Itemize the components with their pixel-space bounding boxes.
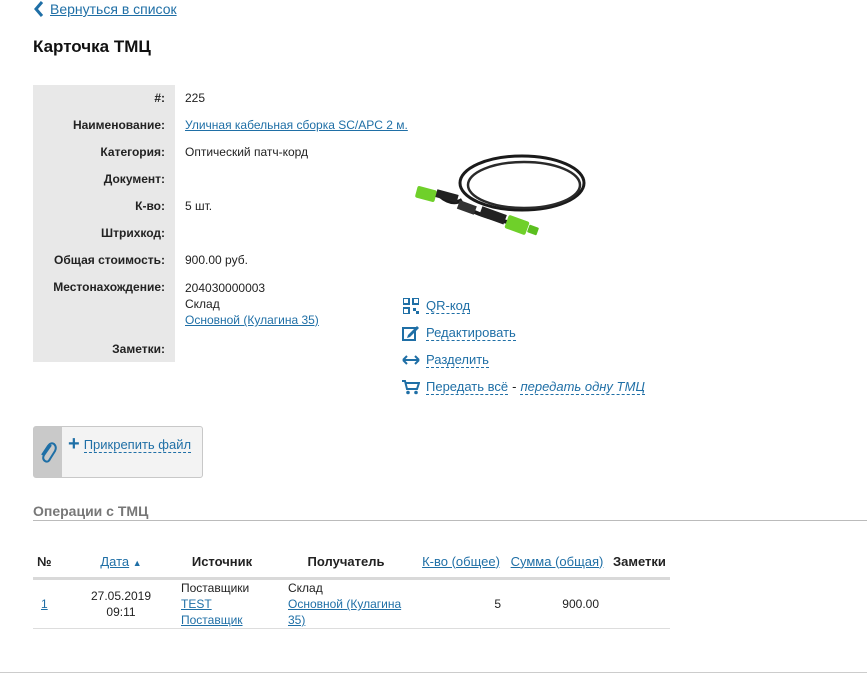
col-qty-sort-link[interactable]: К-во (общее) — [422, 554, 500, 569]
qr-code-icon — [402, 297, 420, 315]
row-source-link[interactable]: TEST Поставщик — [181, 597, 243, 627]
attach-file-button[interactable]: + Прикрепить файл — [62, 427, 192, 477]
quantity-label: К-во: — [33, 193, 175, 220]
total-cost-label: Общая стоимость: — [33, 247, 175, 274]
transfer-action: Передать всё - передать одну ТМЦ — [402, 373, 645, 400]
split-arrows-icon — [402, 351, 420, 369]
edit-icon — [402, 324, 420, 342]
location-label: Местонахождение: — [33, 274, 175, 336]
number-label: #: — [33, 85, 175, 112]
row-source-type: Поставщики — [181, 581, 250, 595]
footer-divider — [0, 672, 867, 673]
cart-icon — [402, 378, 420, 396]
item-name-link[interactable]: Уличная кабельная сборка SC/APC 2 м. — [185, 118, 408, 132]
col-date-header[interactable]: Дата ▲ — [73, 545, 169, 580]
page-title: Карточка ТМЦ — [33, 37, 151, 56]
operations-table: № Дата ▲ Источник Получатель К-во (общее… — [33, 545, 670, 629]
transfer-all-link[interactable]: Передать всё — [426, 379, 509, 395]
document-value — [175, 166, 415, 193]
product-image — [415, 154, 586, 236]
sort-asc-icon: ▲ — [132, 557, 142, 568]
edit-action[interactable]: Редактировать — [402, 319, 645, 346]
table-row: 1 27.05.2019 09:11 Поставщики TEST Поста… — [33, 578, 670, 629]
row-receiver-link[interactable]: Основной (Кулагина 35) — [288, 597, 401, 627]
notes-value — [175, 336, 415, 362]
back-to-list-link[interactable]: Вернуться в список — [34, 1, 177, 17]
quantity-value: 5 шт. — [185, 199, 213, 213]
split-action[interactable]: Разделить — [402, 346, 645, 373]
number-value: 225 — [185, 91, 206, 105]
row-notes — [609, 578, 670, 629]
transfer-separator: - — [512, 379, 517, 394]
barcode-label: Штрихкод: — [33, 220, 175, 247]
col-date-sort-link[interactable]: Дата — [100, 554, 129, 569]
item-card-table: #: 225 Наименование: Уличная кабельная с… — [33, 85, 415, 362]
qr-code-link[interactable]: QR-код — [426, 298, 471, 314]
operations-title: Операции с ТМЦ — [33, 503, 149, 519]
location-link[interactable]: Основной (Кулагина 35) — [185, 313, 319, 327]
transfer-one-link[interactable]: передать одну ТМЦ — [520, 379, 645, 395]
row-num-link[interactable]: 1 — [41, 597, 48, 611]
back-link-label: Вернуться в список — [50, 1, 177, 17]
chevron-left-icon — [34, 1, 44, 17]
col-receiver: Получатель — [275, 545, 417, 580]
row-qty: 5 — [417, 578, 505, 629]
location-code: 204030000003 — [185, 281, 266, 295]
row-date: 27.05.2019 09:11 — [73, 578, 169, 629]
location-type: Склад — [185, 297, 220, 311]
name-label: Наименование: — [33, 112, 175, 139]
col-notes: Заметки — [609, 545, 670, 580]
paperclip-icon — [34, 427, 62, 477]
row-receiver-type: Склад — [288, 581, 323, 595]
col-num: № — [33, 545, 73, 580]
edit-link[interactable]: Редактировать — [426, 325, 516, 341]
document-label: Документ: — [33, 166, 175, 193]
col-sum-sort-link[interactable]: Сумма (общая) — [511, 554, 604, 569]
notes-label: Заметки: — [33, 336, 175, 362]
col-source: Источник — [169, 545, 275, 580]
row-sum: 900.00 — [505, 578, 609, 629]
category-label: Категория: — [33, 139, 175, 166]
plus-icon: + — [68, 433, 80, 455]
attach-file-label[interactable]: Прикрепить файл — [83, 437, 192, 453]
qr-code-action[interactable]: QR-код — [402, 292, 645, 319]
operations-divider — [33, 520, 867, 521]
item-actions: QR-код Редактировать Разделить Передать … — [402, 292, 645, 400]
barcode-value — [175, 220, 415, 247]
total-cost-value: 900.00 руб. — [185, 253, 248, 267]
category-value: Оптический патч-корд — [185, 145, 309, 159]
attach-file-panel: + Прикрепить файл — [33, 426, 203, 478]
split-link[interactable]: Разделить — [426, 352, 489, 368]
